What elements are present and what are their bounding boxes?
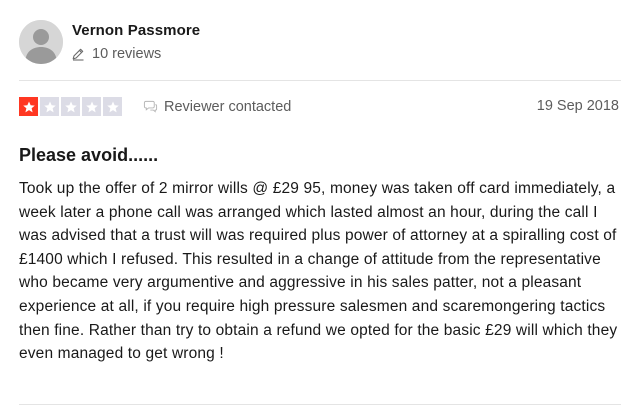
reviewer-contacted[interactable]: Reviewer contacted [143, 97, 291, 116]
header-divider [19, 80, 621, 81]
pencil-icon [72, 48, 84, 61]
star-icon [43, 100, 56, 112]
reviewer-name[interactable]: Vernon Passmore [72, 22, 200, 39]
footer-divider [19, 404, 621, 405]
user-avatar-icon [19, 20, 63, 64]
star-5 [103, 97, 122, 116]
star-icon [106, 100, 119, 112]
review-title[interactable]: Please avoid...... [19, 145, 158, 166]
star-rating [19, 97, 122, 116]
review-date: 19 Sep 2018 [536, 98, 619, 114]
star-1 [19, 97, 38, 116]
star-4 [82, 97, 101, 116]
review-card: Vernon Passmore 10 reviews Reviewer cont… [0, 0, 640, 408]
review-body: Took up the offer of 2 mirror wills @ £2… [19, 180, 618, 363]
star-icon [22, 100, 35, 112]
star-icon [85, 100, 98, 112]
star-3 [61, 97, 80, 116]
reviews-count-label: 10 reviews [92, 46, 162, 62]
star-2 [40, 97, 59, 116]
reviewer-contacted-label: Reviewer contacted [164, 98, 292, 115]
reviewer-reviews-count: 10 reviews [71, 45, 161, 63]
star-icon [64, 100, 77, 112]
chat-bubble-icon [143, 100, 158, 113]
reviewer-avatar[interactable] [19, 20, 63, 64]
